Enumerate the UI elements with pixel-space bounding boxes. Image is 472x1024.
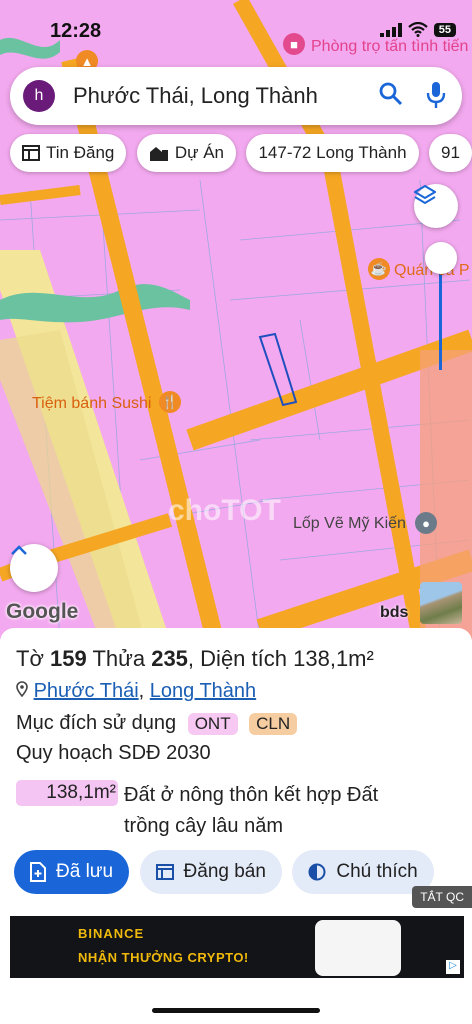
search-button[interactable] — [378, 81, 404, 112]
ward-link[interactable]: Phước Thái — [34, 680, 139, 702]
layers-icon — [414, 184, 436, 205]
parcel-title: Tờ 159 Thửa 235, Diện tích 138,1m² — [16, 646, 374, 671]
chip-label: Tin Đăng — [46, 143, 115, 162]
legend-label: Chú thích — [336, 861, 418, 882]
microphone-icon — [426, 82, 446, 108]
location-pin-icon — [16, 681, 28, 698]
plot-number: 235 — [151, 646, 188, 671]
google-logo: Google — [6, 600, 79, 623]
signal-icon — [379, 22, 402, 37]
layers-button[interactable] — [414, 184, 458, 228]
street-view-thumbnail[interactable] — [420, 582, 462, 624]
cafe-icon[interactable]: ☕ — [368, 258, 390, 280]
sheet-label: Tờ — [16, 646, 44, 671]
newspaper-icon — [22, 145, 40, 161]
voice-search-button[interactable] — [426, 81, 446, 114]
calendar-icon — [155, 864, 174, 880]
wifi-icon — [408, 22, 428, 37]
chevron-up-icon — [11, 545, 27, 555]
action-bar: Đã lưu Đăng bán Chú thích — [14, 850, 440, 894]
land-use-purpose: Mục đích sử dụng ONT CLN — [16, 712, 298, 735]
saved-label: Đã lưu — [56, 861, 114, 882]
post-for-sale-button[interactable]: Đăng bán — [139, 850, 282, 894]
chip-parcel-code[interactable]: 147-72 Long Thành — [246, 134, 419, 172]
chip-label: Dự Án — [174, 143, 224, 162]
ad-banner[interactable]: BINANCE NHẬN THƯỞNG CRYPTO! ▷ — [10, 916, 464, 978]
district-link[interactable]: Long Thành — [150, 680, 256, 702]
chip-more[interactable]: 91 — [429, 134, 472, 172]
purpose-label: Mục đích sử dụng — [16, 712, 177, 734]
tag-cln: CLN — [249, 713, 298, 735]
tag-ont: ONT — [187, 713, 238, 735]
filter-chips: Tin Đăng Dự Án 147-72 Long Thành 91 — [10, 134, 472, 174]
plan-description: Đất ở nông thôn kết hợp Đất trồng cây lâ… — [124, 784, 379, 837]
poi-label-bakery[interactable]: Tiệm bánh Sushi — [32, 395, 151, 413]
watermark: choTOT — [168, 494, 281, 527]
search-icon — [379, 82, 403, 106]
adchoices-icon[interactable]: ▷ — [446, 960, 460, 974]
saved-button[interactable]: Đã lưu — [14, 850, 130, 894]
chip-projects[interactable]: Dự Án — [136, 134, 236, 172]
plan-title: Quy hoạch SDĐ 2030 — [16, 742, 211, 764]
ad-phone-image — [315, 920, 401, 976]
plot-label: Thửa — [92, 646, 146, 671]
avatar[interactable]: h — [23, 80, 55, 112]
status-time: 12:28 — [50, 20, 102, 42]
area-label: Diện tích — [200, 646, 287, 671]
parcel-info-sheet: Tờ 159 Thửa 235, Diện tích 138,1m² Phước… — [0, 628, 472, 1024]
buildings-icon — [149, 147, 168, 161]
add-document-icon — [30, 862, 46, 882]
home-indicator[interactable] — [152, 1008, 320, 1013]
expand-sheet-button[interactable] — [10, 544, 58, 592]
place-pin-icon[interactable]: ● — [415, 512, 437, 534]
plan-area-badge: 138,1m² — [16, 780, 118, 806]
status-bar: 12:28 55 — [0, 0, 472, 60]
chip-label: 91 — [441, 143, 460, 162]
chip-label: 147-72 Long Thành — [258, 143, 407, 162]
ad-brand: BINANCE — [78, 926, 145, 941]
sheet-number: 159 — [50, 646, 87, 671]
area-value: 138,1m² — [293, 646, 374, 671]
battery-icon: 55 — [433, 22, 456, 37]
opacity-slider-thumb[interactable] — [425, 242, 457, 274]
close-ad-button[interactable]: TẮT QC — [412, 886, 472, 908]
contrast-icon — [308, 863, 326, 881]
chip-listings[interactable]: Tin Đăng — [10, 134, 127, 172]
restaurant-icon[interactable]: 🍴 — [159, 391, 181, 413]
poi-label-tire[interactable]: Lốp Vẽ Mỹ Kiến — [293, 515, 406, 533]
search-input[interactable]: Phước Thái, Long Thành — [73, 83, 318, 109]
post-label: Đăng bán — [183, 861, 266, 882]
parcel-location: Phước Thái, Long Thành — [16, 680, 256, 703]
provider-logo: bds — [380, 604, 409, 621]
ad-headline: NHẬN THƯỞNG CRYPTO! — [78, 950, 249, 965]
search-bar[interactable]: h Phước Thái, Long Thành — [10, 67, 462, 125]
